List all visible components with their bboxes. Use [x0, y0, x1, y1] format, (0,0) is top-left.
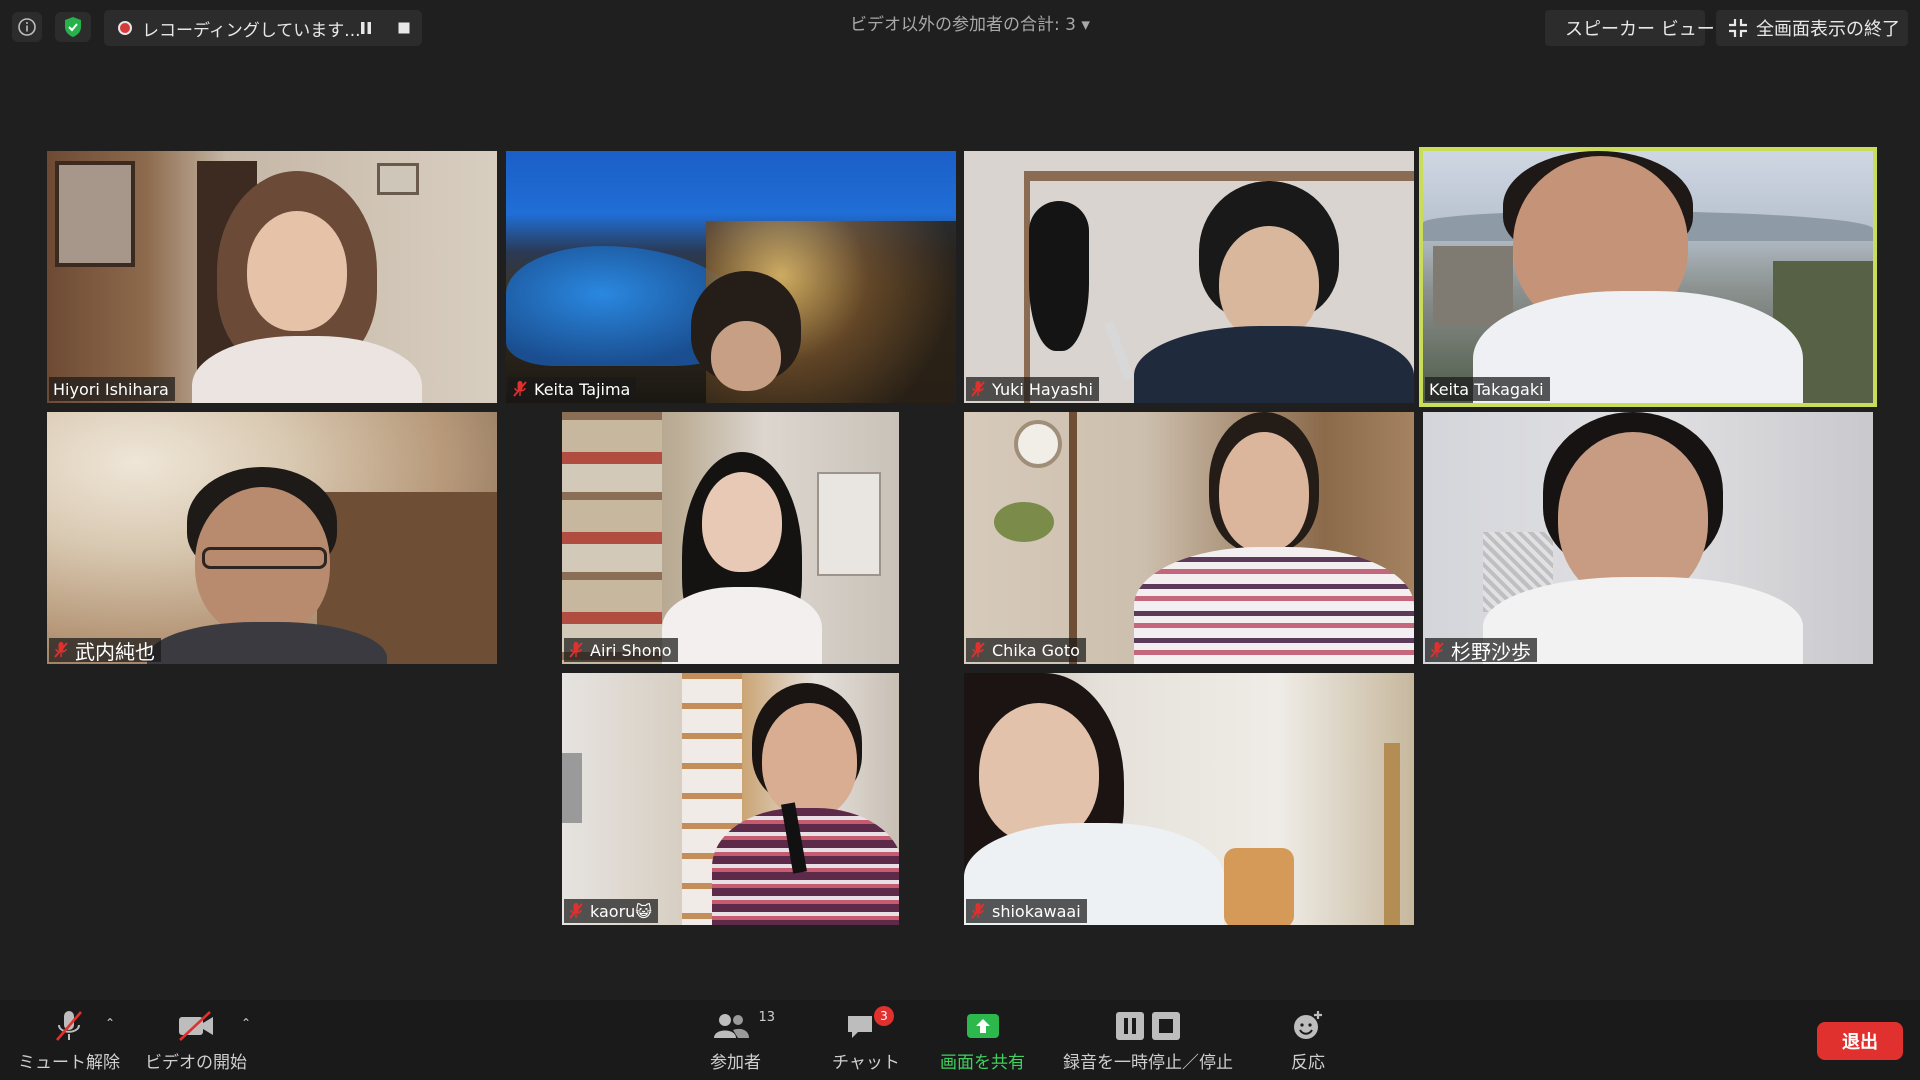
muted-mic-icon: [53, 641, 69, 659]
video-feed: [47, 412, 497, 664]
video-tile-keita-takagaki-active-speaker[interactable]: Keita Takagaki: [1419, 147, 1877, 407]
participant-name: Yuki Hayashi: [992, 379, 1093, 399]
video-feed: [562, 412, 899, 664]
share-screen-icon: [966, 1014, 999, 1038]
video-tile-yuki-hayashi[interactable]: Yuki Hayashi: [964, 151, 1414, 403]
recording-label: レコーディングしています...: [142, 20, 361, 41]
video-feed: [506, 151, 956, 403]
speaker-view-button[interactable]: スピーカー ビュー: [1545, 10, 1715, 46]
stop-recording-icon[interactable]: [397, 21, 411, 35]
video-tile-takeuchi-junya[interactable]: 武内純也: [47, 412, 497, 664]
participant-name-tag: shiokawaai: [966, 899, 1087, 923]
participant-name: Keita Tajima: [534, 379, 631, 399]
chat-unread-badge: 3: [873, 1006, 894, 1026]
muted-mic-icon: [568, 902, 584, 920]
participants-icon: [713, 1014, 749, 1038]
participant-name: Hiyori Ishihara: [53, 379, 169, 399]
exit-fullscreen-icon: [1729, 19, 1747, 37]
reactions-label: 反応: [1291, 1053, 1325, 1073]
reactions-button[interactable]: 反応: [1290, 1008, 1326, 1073]
participant-name-tag: 武内純也: [49, 638, 161, 664]
start-video-button[interactable]: ビデオの開始: [145, 1008, 247, 1073]
speaker-view-label: スピーカー ビュー: [1565, 19, 1715, 40]
leave-meeting-button[interactable]: 退出: [1817, 1022, 1903, 1060]
pause-recording-icon[interactable]: [359, 21, 373, 35]
video-tile-shiokawaai[interactable]: shiokawaai: [964, 673, 1414, 925]
unmute-label: ミュート解除: [18, 1053, 120, 1073]
muted-mic-icon: [970, 380, 986, 398]
video-feed: [964, 151, 1414, 403]
participant-name: 杉野沙歩: [1451, 639, 1531, 664]
video-tile-airi-shono[interactable]: Airi Shono: [562, 412, 899, 664]
video-feed: [562, 673, 899, 925]
exit-fullscreen-label: 全画面表示の終了: [1756, 19, 1900, 40]
recording-indicator: レコーディングしています...: [104, 10, 422, 46]
muted-microphone-icon: [56, 1011, 82, 1041]
video-off-icon: [179, 1011, 213, 1041]
participant-name-tag: Yuki Hayashi: [966, 377, 1099, 401]
participant-name: Chika Goto: [992, 640, 1080, 660]
share-screen-label: 画面を共有: [940, 1053, 1025, 1073]
muted-mic-icon: [1429, 641, 1445, 659]
participant-name: Airi Shono: [590, 640, 672, 660]
top-bar: レコーディングしています... ビデオ以外の参加者の合計: 3 ▾ スピーカー …: [0, 0, 1920, 56]
chat-label: チャット: [832, 1053, 900, 1073]
pause-stop-recording-button[interactable]: 録音を一時停止／停止: [1063, 1008, 1233, 1073]
video-tile-kaoru[interactable]: kaoru😺: [562, 673, 899, 925]
share-screen-button[interactable]: 画面を共有: [940, 1008, 1025, 1073]
participant-name-tag: Keita Tajima: [508, 377, 637, 401]
video-feed: [964, 673, 1414, 925]
participants-label: 参加者: [710, 1053, 761, 1073]
video-feed: [1423, 412, 1873, 664]
participant-name-tag: Hiyori Ishihara: [49, 377, 175, 401]
meeting-info-button[interactable]: [12, 12, 42, 42]
audio-options-chevron-up-icon[interactable]: ⌃: [105, 1016, 115, 1030]
video-feed: [964, 412, 1414, 664]
non-video-participants-count[interactable]: ビデオ以外の参加者の合計: 3 ▾: [820, 10, 1120, 35]
participant-name: 武内純也: [75, 639, 155, 664]
participant-name-tag: 杉野沙歩: [1425, 638, 1537, 664]
pause-stop-recording-label: 録音を一時停止／停止: [1063, 1053, 1233, 1073]
participant-name: shiokawaai: [992, 901, 1081, 921]
video-tile-hiyori-ishihara[interactable]: Hiyori Ishihara: [47, 151, 497, 403]
shield-check-icon: [65, 17, 81, 37]
video-options-chevron-up-icon[interactable]: ⌃: [241, 1016, 251, 1030]
participant-name: kaoru😺: [590, 901, 652, 921]
video-feed: [47, 151, 497, 403]
participant-name-tag: Keita Takagaki: [1425, 377, 1550, 401]
participants-button[interactable]: 13 参加者: [710, 1008, 775, 1073]
start-video-label: ビデオの開始: [145, 1053, 247, 1073]
participant-name-tag: Airi Shono: [564, 638, 678, 662]
participant-name-tag: kaoru😺: [564, 899, 658, 923]
participant-name: Keita Takagaki: [1429, 379, 1544, 399]
participant-name-tag: Chika Goto: [966, 638, 1086, 662]
exit-fullscreen-button[interactable]: 全画面表示の終了: [1716, 10, 1908, 46]
meeting-controls-toolbar: ミュート解除 ⌃ ビデオの開始 ⌃ 13 参加者 3 チャット 画面を共有 録音…: [0, 1000, 1920, 1080]
security-button[interactable]: [55, 12, 91, 42]
video-feed: [1423, 151, 1873, 403]
chat-button[interactable]: 3 チャット: [832, 1006, 900, 1073]
video-tile-keita-tajima[interactable]: Keita Tajima: [506, 151, 956, 403]
info-icon: [18, 18, 36, 36]
muted-mic-icon: [568, 641, 584, 659]
muted-mic-icon: [970, 902, 986, 920]
muted-mic-icon: [512, 380, 528, 398]
participants-count: 13: [758, 1010, 776, 1025]
muted-mic-icon: [970, 641, 986, 659]
video-tile-chika-goto[interactable]: Chika Goto: [964, 412, 1414, 664]
video-tile-sugino-saho[interactable]: 杉野沙歩: [1423, 412, 1873, 664]
reactions-smiley-icon: [1294, 1011, 1322, 1039]
recording-dot-icon: [118, 21, 132, 35]
pause-stop-recording-icon: [1116, 1012, 1180, 1040]
